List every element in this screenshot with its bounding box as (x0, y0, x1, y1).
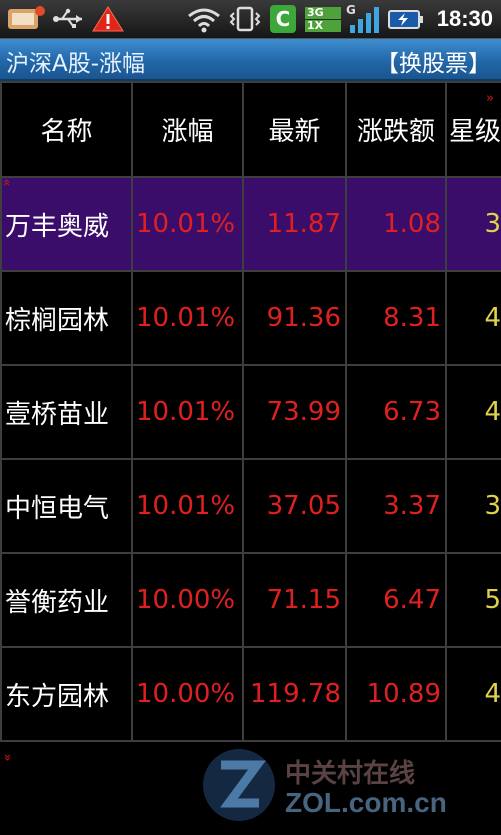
table-row[interactable]: 棕榈园林 10.01% 91.36 8.31 4 (0, 270, 501, 366)
stock-name: 誉衡药业 (0, 552, 133, 648)
stock-star: 4 (445, 646, 501, 742)
stock-change-pct: 10.01% (131, 270, 244, 366)
signal-bars-icon: G (346, 3, 386, 33)
3g-badge: 3G (305, 7, 341, 19)
header-change-amt[interactable]: 涨跌额 (345, 81, 447, 178)
wifi-icon (188, 8, 220, 33)
table-row[interactable]: 东方园林 10.00% 119.78 10.89 4 (0, 646, 501, 742)
clock: 18:30 (436, 6, 493, 31)
1x-badge: 1X (305, 20, 341, 32)
stock-star: 4 (445, 364, 501, 460)
header-name[interactable]: 名称 (0, 81, 133, 178)
vibrate-icon (229, 6, 261, 32)
stock-latest: 119.78 (242, 646, 347, 742)
stock-name: 棕榈园林 (0, 270, 133, 366)
battery-charging-icon (388, 10, 423, 29)
stock-latest: 73.99 (242, 364, 347, 460)
scroll-up-icon[interactable]: » (0, 179, 14, 187)
title-bar: 沪深A股-涨幅 【换股票】 (0, 39, 501, 81)
zol-logo-icon (203, 749, 275, 821)
stock-change-pct: 10.00% (131, 552, 244, 648)
warning-icon (92, 6, 124, 32)
stock-change-amt: 3.37 (345, 458, 447, 554)
stock-latest: 91.36 (242, 270, 347, 366)
table-row[interactable]: 万丰奥威 10.01% 11.87 1.08 3 (0, 176, 501, 272)
stock-change-amt: 6.73 (345, 364, 447, 460)
switch-stock-button[interactable]: 【换股票】 (376, 44, 491, 78)
stock-change-pct: 10.01% (131, 458, 244, 554)
stock-latest: 71.15 (242, 552, 347, 648)
table-header-row: 名称 涨幅 最新 涨跌额 星级 (0, 81, 501, 178)
stock-latest: 37.05 (242, 458, 347, 554)
stock-table: 名称 涨幅 最新 涨跌额 星级 万丰奥威 10.01% 11.87 1.08 3… (0, 81, 501, 742)
stock-star: 3 (445, 458, 501, 554)
stock-star: 3 (445, 176, 501, 272)
stock-name: 壹桥苗业 (0, 364, 133, 460)
stock-change-amt: 1.08 (345, 176, 447, 272)
stock-change-pct: 10.00% (131, 646, 244, 742)
stock-change-amt: 10.89 (345, 646, 447, 742)
watermark-url-text: ZOL.com.cn (285, 787, 447, 818)
stock-change-pct: 10.01% (131, 364, 244, 460)
stock-change-amt: 6.47 (345, 552, 447, 648)
header-latest[interactable]: 最新 (242, 81, 347, 178)
c-app-icon: C (270, 5, 296, 33)
stock-name: 中恒电气 (0, 458, 133, 554)
stock-name: 东方园林 (0, 646, 133, 742)
page-title: 沪深A股-涨幅 (6, 51, 146, 77)
3g-1x-signal-icon: 3G 1X (305, 5, 341, 33)
scroll-right-icon[interactable]: » (486, 92, 494, 105)
status-bar: C 3G 1X G 18:30 (0, 0, 501, 39)
stock-star: 5 (445, 552, 501, 648)
table-row[interactable]: 誉衡药业 10.00% 71.15 6.47 5 (0, 552, 501, 648)
notification-app-icon (8, 6, 45, 29)
stock-change-amt: 8.31 (345, 270, 447, 366)
table-row[interactable]: 中恒电气 10.01% 37.05 3.37 3 (0, 458, 501, 554)
usb-icon (53, 8, 82, 28)
stock-name: 万丰奥威 (0, 176, 133, 272)
stock-star: 4 (445, 270, 501, 366)
watermark-cn-text: 中关村在线 (285, 759, 416, 789)
stock-latest: 11.87 (242, 176, 347, 272)
header-change-pct[interactable]: 涨幅 (131, 81, 244, 178)
scroll-down-icon[interactable]: » (0, 754, 14, 762)
stock-change-pct: 10.01% (131, 176, 244, 272)
table-row[interactable]: 壹桥苗业 10.01% 73.99 6.73 4 (0, 364, 501, 460)
zol-watermark: 中关村在线 ZOL.com.cn (199, 749, 489, 821)
